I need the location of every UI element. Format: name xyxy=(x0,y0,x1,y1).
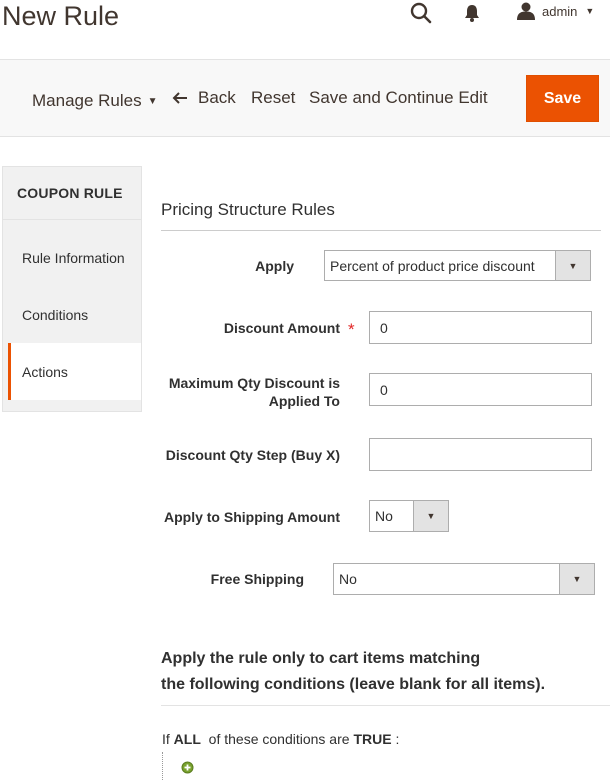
search-icon[interactable] xyxy=(410,2,432,24)
save-and-continue-button[interactable]: Save and Continue Edit xyxy=(309,88,488,108)
manage-rules-label: Manage Rules xyxy=(32,91,142,110)
apply-shipping-value: No xyxy=(375,508,393,524)
apply-shipping-label: Apply to Shipping Amount xyxy=(163,509,340,525)
chevron-down-icon: ▼ xyxy=(559,564,594,594)
max-qty-label-line1: Maximum Qty Discount is xyxy=(168,375,340,391)
if-prefix: If xyxy=(162,731,170,747)
free-shipping-select[interactable]: No ▼ xyxy=(333,563,595,595)
sidebar-item-conditions[interactable]: Conditions xyxy=(22,307,88,323)
apply-value: Percent of product price discount xyxy=(330,257,535,274)
sidebar-divider xyxy=(3,219,141,220)
apply-select[interactable]: Percent of product price discount ▼ xyxy=(324,250,591,281)
sidebar-item-actions[interactable]: Actions xyxy=(22,364,68,380)
discount-amount-input[interactable]: 0 xyxy=(369,311,592,344)
discount-amount-label: Discount Amount xyxy=(223,320,340,336)
reset-button[interactable]: Reset xyxy=(251,88,295,108)
aggregator-toggle[interactable]: ALL xyxy=(174,731,201,747)
max-qty-label-line2: Applied To xyxy=(268,393,340,409)
apply-label: Apply xyxy=(255,258,294,274)
required-asterisk: * xyxy=(348,320,355,339)
conditions-tree-line xyxy=(162,752,164,780)
if-suffix: : xyxy=(395,731,400,747)
chevron-down-icon: ▼ xyxy=(555,251,590,280)
section-title: Pricing Structure Rules xyxy=(161,200,335,219)
admin-username: admin xyxy=(542,3,578,19)
back-button[interactable]: Back xyxy=(172,88,236,108)
sidebar-item-rule-information[interactable]: Rule Information xyxy=(22,250,125,266)
back-label: Back xyxy=(198,88,236,107)
qty-step-input[interactable] xyxy=(369,438,592,471)
user-icon xyxy=(517,2,535,20)
if-middle: of these conditions are xyxy=(208,731,350,747)
chevron-down-icon: ▼ xyxy=(147,95,158,107)
page-title: New Rule xyxy=(2,1,120,31)
free-shipping-label: Free Shipping xyxy=(210,571,304,587)
chevron-down-icon: ▼ xyxy=(585,6,595,16)
conditions-heading-line2: the following conditions (leave blank fo… xyxy=(161,676,546,693)
admin-user-menu[interactable]: admin ▼ xyxy=(516,2,594,20)
conditions-divider xyxy=(161,705,610,706)
qty-step-label: Discount Qty Step (Buy X) xyxy=(165,447,340,463)
apply-shipping-select[interactable]: No ▼ xyxy=(369,500,449,532)
conditions-if-line: If ALL of these conditions are TRUE : xyxy=(162,731,399,747)
value-toggle[interactable]: TRUE xyxy=(353,731,391,747)
chevron-down-icon: ▼ xyxy=(413,501,448,531)
max-qty-label: Maximum Qty Discount is Applied To xyxy=(150,374,340,410)
section-divider xyxy=(161,230,601,231)
notifications-bell-icon[interactable] xyxy=(464,4,480,22)
arrow-left-icon xyxy=(172,92,187,104)
add-condition-icon[interactable] xyxy=(181,761,194,779)
free-shipping-value: No xyxy=(339,571,357,587)
max-qty-input[interactable]: 0 xyxy=(369,373,592,406)
save-button[interactable]: Save xyxy=(526,75,599,122)
conditions-heading: Apply the rule only to cart items matchi… xyxy=(161,646,545,698)
sidebar-title: COUPON RULE xyxy=(17,185,123,201)
conditions-heading-line1: Apply the rule only to cart items matchi… xyxy=(161,650,481,667)
manage-rules-dropdown[interactable]: Manage Rules ▼ xyxy=(32,91,158,111)
